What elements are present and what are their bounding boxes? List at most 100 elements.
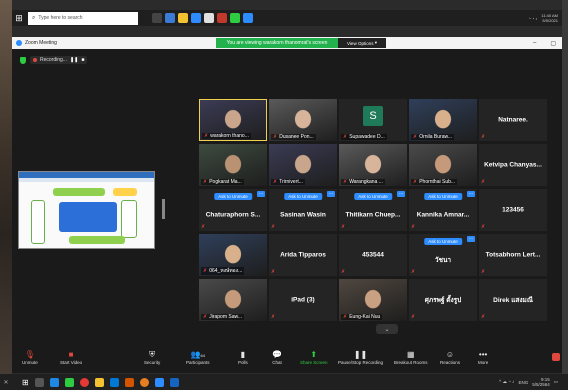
chevron-down-icon[interactable]: ⌄ (376, 324, 398, 334)
line-icon[interactable] (64, 377, 74, 387)
ask-to-unmute-button[interactable]: Ask to Unmute (284, 193, 322, 200)
edge-icon[interactable] (165, 13, 175, 23)
participant-tile[interactable]: Arida Tipparos ✗ (269, 234, 337, 276)
participant-name: Totsabhorn Lert... (485, 251, 541, 259)
chrome-icon[interactable] (79, 377, 89, 387)
windows-start-icon[interactable]: ⊞ (12, 10, 26, 26)
more-button[interactable]: ••• More (478, 349, 488, 365)
participant-tile[interactable]: ✗ Dusanee Pon... (269, 99, 337, 141)
line-icon[interactable] (230, 13, 240, 23)
file-explorer-icon[interactable] (178, 13, 188, 23)
window-controls: – ▢ (533, 40, 562, 47)
participant-tile[interactable]: S ✗ Supawadee D... (339, 99, 407, 141)
polls-button[interactable]: ▮ Polls (238, 349, 248, 365)
more-options-icon[interactable]: … (467, 191, 475, 197)
more-options-icon[interactable]: … (467, 236, 475, 242)
ask-to-unmute-button[interactable]: Ask to Unmute (424, 193, 462, 200)
participant-tile[interactable]: iPad (3) ✗ (269, 279, 337, 321)
view-options-button[interactable]: View Options ▾ (338, 38, 386, 48)
task-view-icon[interactable] (34, 377, 44, 387)
word-icon[interactable] (169, 377, 179, 387)
participant-tile[interactable]: Kannika Amnar... ✗ Ask to Unmute… (409, 189, 477, 231)
more-label: More (478, 360, 489, 365)
ask-to-unmute-button[interactable]: Ask to Unmute (354, 193, 392, 200)
mic-muted-icon: ✗ (481, 134, 486, 140)
bottom-pinned-apps: ⊞ (22, 377, 179, 387)
mic-muted-icon: ✗ (273, 134, 278, 140)
participant-tile[interactable]: 453544 ✗ (339, 234, 407, 276)
participant-tile[interactable]: Natnaree. ✗ (479, 99, 547, 141)
participant-tile[interactable]: ✗ 064_หงษ์ทอง... (199, 234, 267, 276)
file-explorer-icon[interactable] (94, 377, 104, 387)
powerpoint-icon[interactable] (124, 377, 134, 387)
tray-icons[interactable]: ^ ☁ ◔ ♪ (499, 379, 514, 385)
participant-tile[interactable]: ✗ Pogkarat Ma... (199, 144, 267, 186)
bottom-clock[interactable]: 9:15 5/5/2564 (532, 377, 550, 387)
ask-to-unmute-button[interactable]: Ask to Unmute (214, 193, 252, 200)
participant-tile[interactable]: Totsabhorn Lert... ✗ (479, 234, 547, 276)
zoom-logo-icon (16, 40, 22, 46)
reactions-button[interactable]: ☺ Reactions (440, 349, 460, 365)
clock[interactable]: 11:40 AM 5/5/2021 (541, 13, 558, 23)
close-icon[interactable]: ✕ (0, 379, 12, 386)
pause-icon[interactable]: ❚❚ (70, 57, 78, 63)
pinned-apps (152, 13, 253, 23)
zoom-app-icon[interactable] (243, 13, 253, 23)
participant-tile[interactable]: ศุภรพฐ์ ตั้งรูป ✗ (409, 279, 477, 321)
participant-tile[interactable]: Ketvipa Chanyas... ✗ (479, 144, 547, 186)
language-indicator[interactable]: ENG (518, 380, 528, 385)
firefox-icon[interactable] (139, 377, 149, 387)
tray-icons[interactable]: ^ ◔ ♪ (529, 16, 538, 21)
office-icon[interactable] (217, 13, 227, 23)
store-icon[interactable] (109, 377, 119, 387)
participant-tile[interactable]: ✗ Trirnivert... (269, 144, 337, 186)
security-button[interactable]: ⛨ Security (144, 349, 160, 365)
participant-tile[interactable]: ✗ warakorn thano... (199, 99, 267, 141)
participant-tile[interactable]: Thitikarn Chuep... ✗ Ask to Unmute… (339, 189, 407, 231)
notifications-icon[interactable]: ▭ (554, 379, 558, 385)
view-options-label: View Options (347, 40, 374, 46)
participant-name: Chaturaphorn S... (205, 211, 261, 219)
zoom-app-icon[interactable] (154, 377, 164, 387)
participant-tile[interactable]: ✗ Ornila Buraw... (409, 99, 477, 141)
windows-start-icon[interactable]: ⊞ (22, 378, 29, 387)
polls-label: Polls (238, 360, 248, 365)
pause-recording-button[interactable]: ❚❚ Pause/Stop Recording (338, 349, 383, 365)
participant-name: iPad (3) (291, 296, 315, 304)
start-video-button[interactable]: ■ Start Video (60, 349, 82, 365)
system-tray: ^ ◔ ♪ 11:40 AM 5/5/2021 (529, 13, 562, 23)
split-handle[interactable] (162, 199, 165, 219)
participant-tile[interactable]: ✗ Eung-Kai Nuu (339, 279, 407, 321)
unmute-button[interactable]: 🎙 Unmute (22, 349, 38, 365)
more-options-icon[interactable]: … (397, 191, 405, 197)
participant-tile[interactable]: 123456 ✗ (479, 189, 547, 231)
participants-button[interactable]: 👥64 Participants (186, 349, 210, 365)
cortana-icon[interactable] (152, 13, 162, 23)
participant-tile[interactable]: Direk แสงมณี ✗ (479, 279, 547, 321)
ask-to-unmute-button[interactable]: Ask to Unmute (424, 238, 462, 245)
mail-icon[interactable] (204, 13, 214, 23)
breakout-rooms-button[interactable]: ▦ Breakout Rooms (394, 349, 428, 365)
participant-tile[interactable]: ✗ Jirapom Saw... (199, 279, 267, 321)
store-icon[interactable] (191, 13, 201, 23)
stop-icon[interactable]: ■ (81, 57, 84, 63)
participant-tile[interactable]: ✗ Phornthai Sub... (409, 144, 477, 186)
taskbar-search-input[interactable]: ⌕ Type here to search (28, 11, 138, 25)
more-options-icon[interactable]: … (327, 191, 335, 197)
breakout-rooms-icon: ▦ (406, 350, 415, 359)
more-options-icon[interactable]: … (257, 191, 265, 197)
end-meeting-button[interactable] (552, 353, 560, 361)
participant-tile[interactable]: Chaturaphorn S... ✗ Ask to Unmute… (199, 189, 267, 231)
maximize-icon[interactable]: ▢ (550, 40, 556, 47)
share-screen-button[interactable]: ⬆ Share Screen (300, 349, 328, 365)
participant-tile[interactable]: วัชนา ✗ Ask to Unmute… (409, 234, 477, 276)
shield-icon[interactable] (20, 56, 26, 64)
participant-tile[interactable]: ✗ Warangkana ... (339, 144, 407, 186)
chat-button[interactable]: 💬 Chat (272, 349, 282, 365)
minimize-icon[interactable]: – (533, 40, 536, 47)
participant-name: ✗ Phornthai Sub... (411, 179, 458, 185)
edge-icon[interactable] (49, 377, 59, 387)
shared-screen[interactable] (18, 171, 155, 249)
participant-tile[interactable]: Sasinan Wasin ✗ Ask to Unmute… (269, 189, 337, 231)
participant-name: Sasinan Wasin (280, 211, 326, 219)
